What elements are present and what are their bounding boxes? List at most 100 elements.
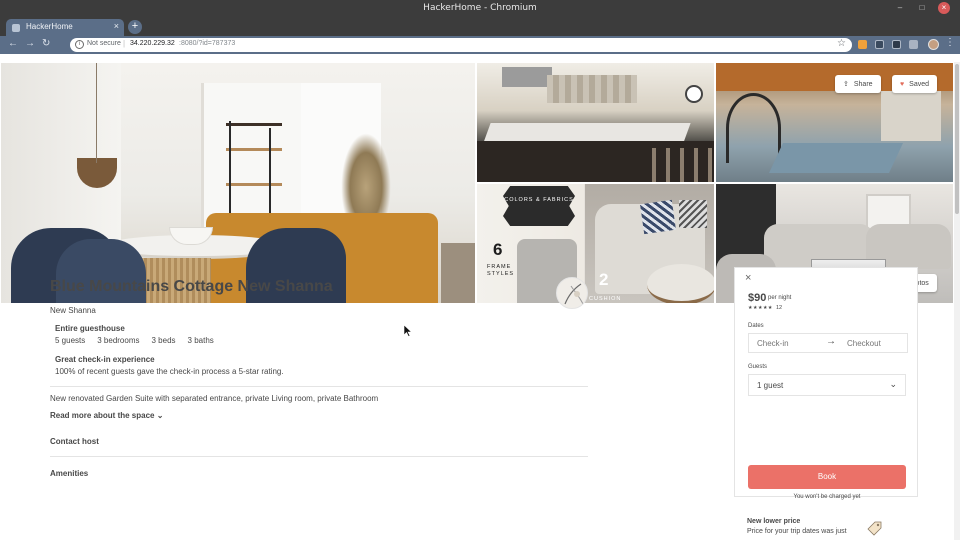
page-scrollbar[interactable] [954, 62, 960, 540]
nightly-price: $90 [748, 292, 767, 304]
share-label: Share [853, 80, 873, 88]
shelf-frame [269, 128, 271, 218]
dates-field: Check-in → Checkout [748, 333, 908, 353]
coffee-table [647, 264, 714, 303]
frame-styles-number: 6 [493, 240, 503, 259]
extension-icon[interactable] [875, 40, 884, 49]
url-separator: | [123, 39, 126, 48]
window-title: HackerHome - Chromium [423, 3, 537, 13]
mouse-cursor-icon [404, 325, 412, 337]
rating-stars-icon: ★★★★★ [748, 305, 773, 311]
address-bar[interactable]: i Not secure | 34.220.229.32 :8080/?id=7… [70, 38, 852, 52]
url-host: 34.220.229.32 [130, 40, 175, 47]
browser-menu-icon[interactable]: ⋮ [945, 37, 955, 48]
book-button[interactable]: Book [748, 465, 906, 489]
saved-button[interactable]: ♥ Saved [892, 75, 938, 93]
browser-toolbar: ← → ↻ i Not secure | 34.220.229.32 :8080… [0, 36, 960, 54]
forward-icon[interactable]: → [25, 38, 35, 49]
share-button[interactable]: ⇪ Share [835, 75, 881, 93]
fabric-photo[interactable]: COLORS & FABRICS 6 FRAME STYLES 2 CUSHIO… [476, 183, 715, 304]
window-controls: – □ × [894, 2, 950, 14]
amenities-heading: Amenities [50, 469, 89, 478]
extension-icon[interactable] [858, 40, 867, 49]
minimize-icon[interactable]: – [894, 2, 906, 14]
colors-fabrics-badge: COLORS & FABRICS [503, 186, 575, 226]
highlight-text: 100% of recent guests gave the check-in … [55, 367, 284, 376]
side-table [441, 243, 475, 303]
guest-count: 5 guests [55, 336, 86, 345]
listing-description: New renovated Garden Suite with separate… [50, 394, 379, 403]
favicon-icon [12, 24, 20, 32]
host-avatar[interactable] [556, 277, 588, 309]
pool [769, 143, 903, 173]
main-photo[interactable] [0, 62, 476, 304]
checkin-input[interactable]: Check-in [757, 339, 789, 348]
review-count: 12 [776, 305, 783, 311]
highlight-title: Entire guesthouse [55, 324, 125, 333]
guests-value: 1 guest [757, 381, 784, 390]
guests-select[interactable]: 1 guest ⌄ [748, 374, 906, 396]
countertop [483, 123, 691, 143]
planter-rope [96, 63, 97, 163]
share-icon: ⇪ [843, 81, 849, 88]
price-tag-icon [867, 521, 882, 536]
bed-count: 3 beds [151, 336, 176, 345]
section-divider [50, 456, 588, 457]
dates-label: Dates [748, 323, 764, 329]
close-icon[interactable]: × [745, 272, 751, 284]
tab-hackerhome[interactable]: HackerHome × [6, 19, 124, 36]
checkout-input[interactable]: Checkout [847, 339, 881, 348]
profile-avatar[interactable] [928, 39, 939, 50]
arrow-right-icon: → [826, 336, 836, 347]
guests-label: Guests [748, 364, 768, 370]
back-icon[interactable]: ← [8, 38, 18, 49]
listing-location: New Shanna [50, 306, 96, 315]
tab-strip: HackerHome × + [0, 18, 960, 36]
new-tab-button[interactable]: + [128, 20, 142, 34]
wall [881, 91, 941, 141]
close-window-icon[interactable]: × [938, 2, 950, 14]
not-secure-label: Not secure [87, 40, 121, 47]
listing-title: Blue Mountains Cottage New Shanna [50, 278, 333, 295]
read-more-label: Read more about the space [50, 411, 155, 420]
maximize-icon[interactable]: □ [916, 2, 928, 14]
section-divider [50, 386, 588, 387]
url-path: :8080/?id=787373 [179, 40, 236, 47]
plant [341, 133, 391, 223]
shelf-frame [229, 121, 231, 221]
clock [685, 85, 703, 103]
pool-photo[interactable]: ⇪ Share ♥ Saved [715, 62, 954, 183]
extension-icon[interactable] [909, 40, 918, 49]
patterned-cushion [640, 199, 676, 235]
backsplash [547, 75, 637, 103]
bedroom-count: 3 bedrooms [97, 336, 140, 345]
cushion-label: CUSHION [589, 296, 622, 302]
booking-card: × $90 per night ★★★★★ 12 Dates Check-in … [734, 267, 918, 500]
lower-price-text: Price for your trip dates was just [747, 528, 847, 535]
read-more-link[interactable]: Read more about the space ⌄ [50, 411, 163, 420]
lower-price-title: New lower price [747, 518, 801, 525]
bookmark-star-icon[interactable]: ☆ [837, 38, 846, 49]
range-hood [502, 67, 552, 87]
patterned-cushion [679, 200, 707, 228]
no-charge-note: You won't be charged yet [793, 494, 861, 500]
cushion-number: 2 [599, 270, 609, 289]
tab-close-icon[interactable]: × [114, 21, 119, 31]
tab-title: HackerHome [26, 22, 73, 31]
shelf [226, 123, 282, 126]
reload-icon[interactable]: ↻ [42, 38, 50, 49]
room-details: 5 guests 3 bedrooms 3 beds 3 baths [55, 336, 214, 345]
highlight-title: Great check-in experience [55, 355, 155, 364]
info-icon[interactable]: i [75, 40, 84, 49]
shelf [226, 183, 282, 186]
chevron-down-icon: ⌄ [156, 411, 164, 420]
extension-icon[interactable] [892, 40, 901, 49]
chevron-down-icon: ⌄ [889, 379, 897, 389]
shelf [226, 148, 282, 151]
heart-icon: ♥ [900, 80, 905, 88]
stools [652, 148, 712, 182]
contact-host-link[interactable]: Contact host [50, 437, 99, 446]
kitchen-photo[interactable] [476, 62, 715, 183]
bath-count: 3 baths [187, 336, 214, 345]
scrollbar-thumb[interactable] [955, 64, 959, 214]
